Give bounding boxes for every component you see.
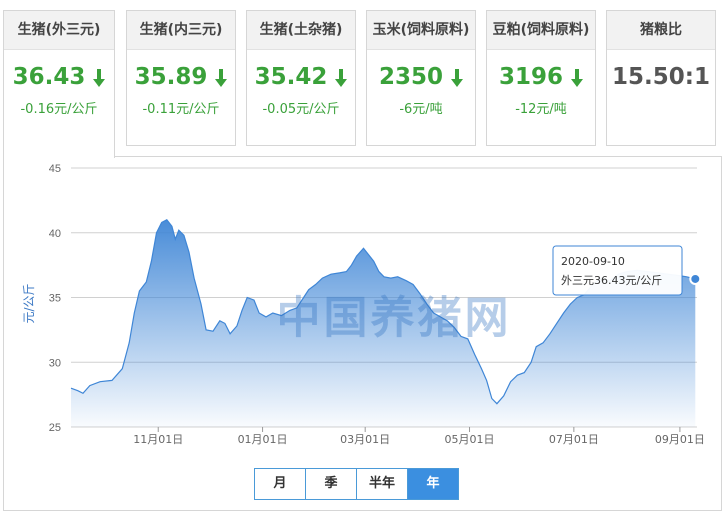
watermark-logo: 中国养猪网 <box>277 292 512 343</box>
range-month-button[interactable]: 月 <box>255 469 306 499</box>
chart-panel: 25 30 35 40 45 元/公斤 11月01日 01月01日 03月01日 05月01日 07… <box>3 156 722 511</box>
card-change: -0.11元/公斤 <box>142 102 220 117</box>
y-tick-label: 45 <box>49 163 61 175</box>
card-value-text: 2350 <box>378 64 443 90</box>
card-value-text: 35.42 <box>254 64 328 90</box>
range-halfyear-button[interactable]: 半年 <box>357 469 408 499</box>
card-value-text: 3196 <box>498 64 563 90</box>
card-change: -0.05元/公斤 <box>262 102 340 117</box>
range-year-button[interactable]: 年 <box>408 469 458 499</box>
price-chart[interactable]: 25 30 35 40 45 元/公斤 11月01日 01月01日 03月01日 05月01日 07… <box>4 157 721 510</box>
card-value-text: 35.89 <box>134 64 208 90</box>
tooltip-box <box>552 245 683 296</box>
range-selector: 月 季 半年 年 <box>254 468 459 500</box>
x-tick-label: 09月01日 <box>655 433 705 446</box>
card-title: 生猪(土杂猪) <box>247 11 355 50</box>
range-quarter-button[interactable]: 季 <box>306 469 357 499</box>
data-point-marker <box>689 272 702 285</box>
x-tick-label: 03月01日 <box>340 433 390 446</box>
price-card-pig-inner3[interactable]: 生猪(内三元) 35.89 -0.11元/公斤 <box>126 10 236 146</box>
card-value-text: 36.43 <box>12 64 86 90</box>
x-tick-label: 11月01日 <box>133 433 183 446</box>
price-card-soymeal[interactable]: 豆粕(饲料原料) 3196 -12元/吨 <box>486 10 596 146</box>
down-arrow-icon <box>335 68 348 87</box>
down-arrow-icon <box>93 68 106 87</box>
card-title: 猪粮比 <box>607 11 715 50</box>
y-tick-label: 30 <box>49 357 61 369</box>
card-change: -0.16元/公斤 <box>20 102 98 117</box>
card-value: 36.43 <box>4 64 114 90</box>
card-change: -12元/吨 <box>515 102 567 117</box>
x-tick-label: 07月01日 <box>549 433 599 446</box>
x-tick-label: 05月01日 <box>445 433 495 446</box>
down-arrow-icon <box>215 68 228 87</box>
price-card-pig-mixed[interactable]: 生猪(土杂猪) 35.42 -0.05元/公斤 <box>246 10 356 146</box>
y-axis-label: 元/公斤 <box>22 283 36 323</box>
down-arrow-icon <box>451 68 463 87</box>
down-arrow-icon <box>571 68 583 87</box>
card-title: 豆粕(饲料原料) <box>487 11 595 50</box>
tooltip-value: 外三元36.43元/公斤 <box>561 274 662 287</box>
card-title: 生猪(外三元) <box>4 11 114 50</box>
y-tick-label: 35 <box>49 293 61 305</box>
card-value: 35.89 <box>127 64 235 90</box>
y-tick-label: 25 <box>49 422 61 434</box>
x-tick-label: 01月01日 <box>238 433 288 446</box>
price-card-pig-grain-ratio[interactable]: 猪粮比 15.50:1 <box>606 10 716 146</box>
price-card-corn[interactable]: 玉米(饲料原料) 2350 -6元/吨 <box>366 10 476 146</box>
card-value: 35.42 <box>247 64 355 90</box>
price-card-pig-outer3[interactable]: 生猪(外三元) 36.43 -0.16元/公斤 <box>3 10 115 158</box>
card-change: -6元/吨 <box>399 102 443 117</box>
tooltip-date: 2020-09-10 <box>561 255 625 268</box>
card-value: 2350 <box>367 64 475 90</box>
card-title: 玉米(饲料原料) <box>367 11 475 50</box>
card-title: 生猪(内三元) <box>127 11 235 50</box>
card-value: 15.50:1 <box>612 64 710 90</box>
card-value: 3196 <box>487 64 595 90</box>
y-tick-label: 40 <box>49 228 61 240</box>
